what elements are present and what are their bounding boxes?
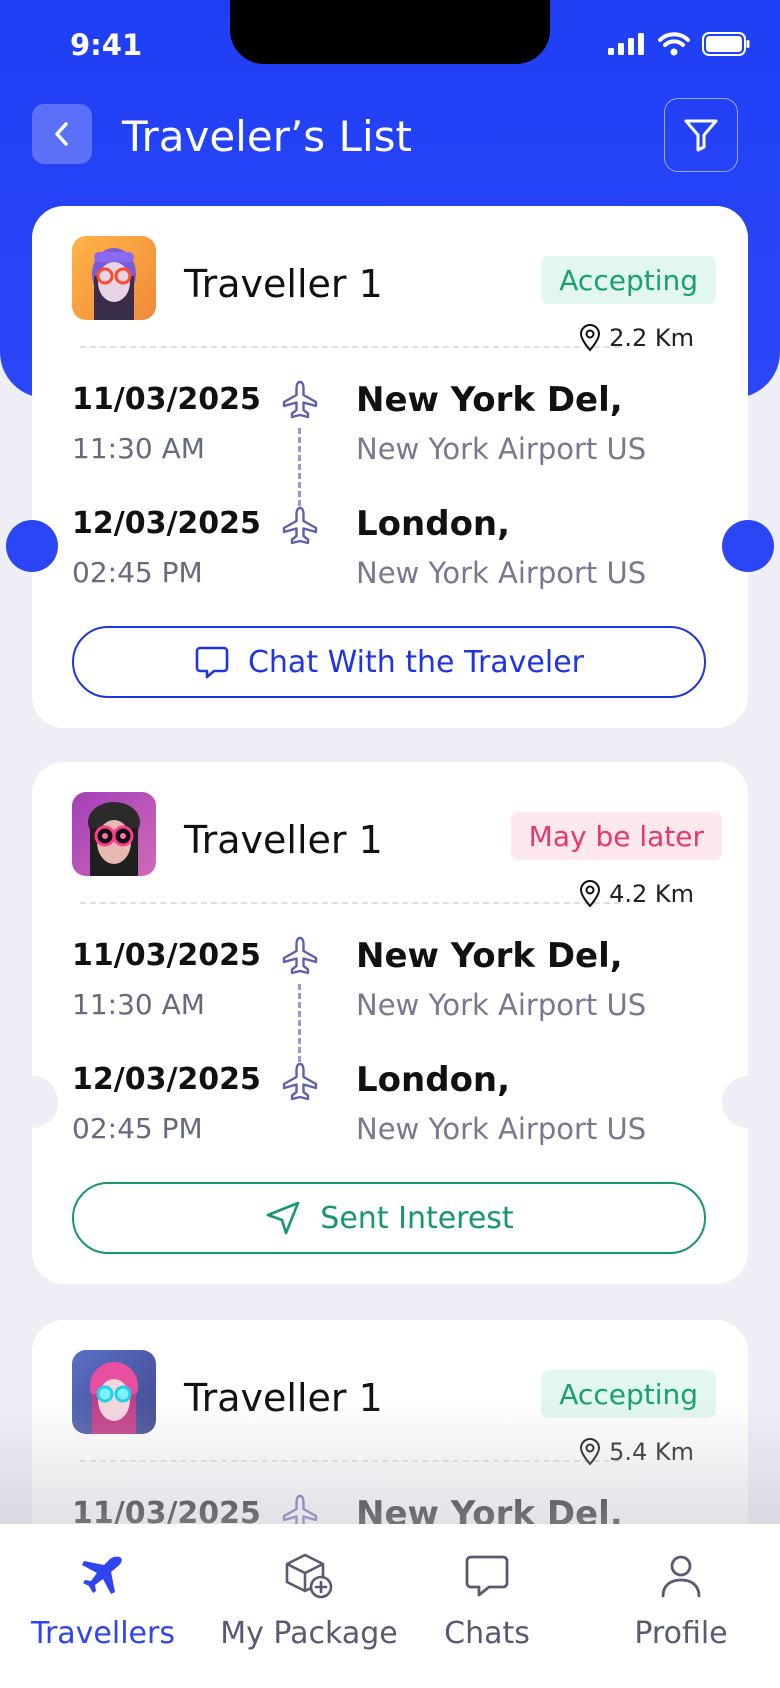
departure-time: 11:30 AM xyxy=(72,988,205,1021)
bottom-tab-bar: Travellers My Package Chats Profile xyxy=(0,1524,780,1688)
arrival-city: London, xyxy=(356,504,511,544)
plane-icon xyxy=(282,506,318,545)
profile-icon xyxy=(661,1555,701,1598)
divider xyxy=(80,902,620,904)
departure-airport: New York Airport US xyxy=(356,988,647,1022)
status-time: 9:41 xyxy=(70,28,143,62)
filter-icon xyxy=(684,119,718,152)
send-icon xyxy=(266,1201,300,1235)
traveller-card[interactable]: Traveller 1 May be later 4.2 Km 11/03/20… xyxy=(6,762,774,1284)
avatar xyxy=(72,236,156,320)
departure-airport: New York Airport US xyxy=(356,432,647,466)
button-label: Chat With the Traveler xyxy=(247,644,585,680)
device-notch xyxy=(230,0,550,64)
departure-date: 11/03/2025 xyxy=(72,938,261,973)
package-icon xyxy=(285,1553,333,1599)
arrival-time: 02:45 PM xyxy=(72,1112,203,1145)
traveller-name: Traveller 1 xyxy=(184,262,383,306)
arrival-airport: New York Airport US xyxy=(356,1112,647,1146)
button-label: Sent Interest xyxy=(320,1200,514,1236)
arrival-city: London, xyxy=(356,1060,511,1100)
departure-time: 11:30 AM xyxy=(72,432,205,465)
divider xyxy=(80,346,620,348)
distance: 5.4 Km xyxy=(579,1438,694,1466)
tab-travellers[interactable]: Travellers xyxy=(8,1552,198,1651)
plane-icon xyxy=(282,1062,318,1101)
traveller-name: Traveller 1 xyxy=(184,818,383,862)
plane-icon xyxy=(82,1556,122,1594)
chat-icon xyxy=(195,646,229,679)
status-badge: Accepting xyxy=(541,256,716,304)
filter-button[interactable] xyxy=(664,98,738,172)
page-title: Traveler’s List xyxy=(122,112,412,161)
divider xyxy=(80,1460,620,1462)
distance: 2.2 Km xyxy=(579,324,694,352)
status-icons xyxy=(608,32,750,56)
tab-label: Travellers xyxy=(31,1616,175,1651)
tab-chats[interactable]: Chats xyxy=(392,1552,582,1651)
status-badge: May be later xyxy=(510,812,722,860)
tab-label: Chats xyxy=(444,1616,530,1651)
avatar xyxy=(72,792,156,876)
tab-label: My Package xyxy=(220,1616,398,1651)
wifi-icon xyxy=(658,32,690,56)
route-line xyxy=(298,428,301,506)
plane-icon xyxy=(282,380,318,419)
tab-profile[interactable]: Profile xyxy=(586,1552,776,1651)
sent-interest-button[interactable]: Sent Interest xyxy=(72,1182,706,1254)
chat-icon xyxy=(465,1555,509,1597)
status-badge: Accepting xyxy=(541,1370,716,1418)
arrival-airport: New York Airport US xyxy=(356,556,647,590)
tab-label: Profile xyxy=(634,1616,728,1651)
distance: 4.2 Km xyxy=(579,880,694,908)
back-button[interactable] xyxy=(32,104,92,164)
chevron-left-icon xyxy=(55,122,68,146)
departure-city: New York Del, xyxy=(356,936,623,976)
traveller-card[interactable]: Traveller 1 Accepting 2.2 Km 11/03/2025 … xyxy=(6,206,774,728)
plane-icon xyxy=(282,936,318,975)
chat-with-traveler-button[interactable]: Chat With the Traveler xyxy=(72,626,706,698)
location-pin-icon xyxy=(580,1438,601,1466)
route-line xyxy=(298,984,301,1062)
distance-value: 5.4 Km xyxy=(609,1438,694,1466)
battery-icon xyxy=(702,32,750,56)
traveller-name: Traveller 1 xyxy=(184,1376,383,1420)
distance-value: 4.2 Km xyxy=(609,880,694,908)
arrival-date: 12/03/2025 xyxy=(72,506,261,541)
avatar xyxy=(72,1350,156,1434)
distance-value: 2.2 Km xyxy=(609,324,694,352)
location-pin-icon xyxy=(580,324,601,352)
departure-date: 11/03/2025 xyxy=(72,382,261,417)
arrival-date: 12/03/2025 xyxy=(72,1062,261,1097)
signal-icon xyxy=(608,33,644,55)
location-pin-icon xyxy=(580,880,601,908)
departure-city: New York Del, xyxy=(356,380,623,420)
tab-my-package[interactable]: My Package xyxy=(214,1552,404,1651)
arrival-time: 02:45 PM xyxy=(72,556,203,589)
